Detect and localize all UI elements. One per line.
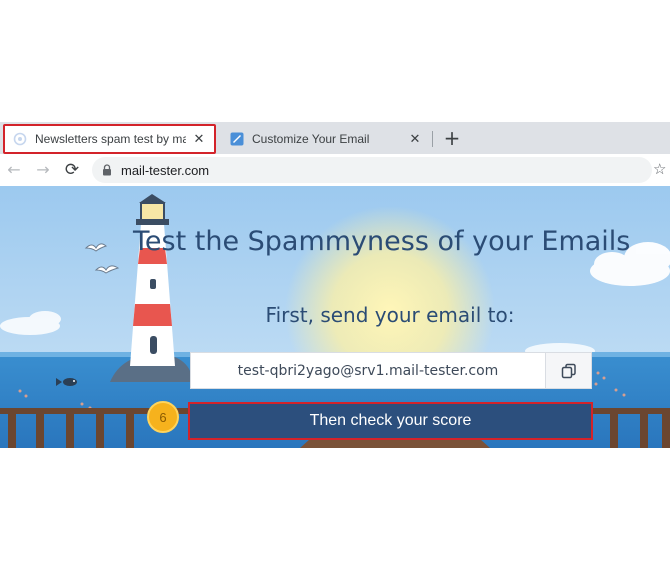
browser-toolbar: ← → ⟳ mail-tester.com ☆ [0, 154, 670, 186]
tab-title: Customize Your Email [252, 132, 370, 146]
test-email-address[interactable]: test-qbri2yago@srv1.mail-tester.com [191, 363, 545, 379]
copy-button[interactable] [545, 353, 591, 388]
reload-icon[interactable]: ⟳ [62, 160, 82, 180]
tab-strip: Newsletters spam test by mail-te ✕ Custo… [0, 122, 670, 154]
tab-newsletters-spam-test[interactable]: Newsletters spam test by mail-te ✕ [3, 124, 216, 154]
lighthouse [130, 194, 175, 366]
page-instruction: First, send your email to: [265, 303, 515, 327]
lock-icon [103, 164, 111, 176]
tab-separator [432, 131, 433, 147]
page-headline: Test the Spammyness of your Emails [133, 226, 631, 257]
forward-arrow-icon[interactable]: → [33, 160, 53, 180]
close-tab-icon[interactable]: ✕ [408, 131, 422, 147]
loading-icon [13, 132, 27, 146]
test-email-field[interactable]: test-qbri2yago@srv1.mail-tester.com [190, 352, 592, 389]
url-text: mail-tester.com [121, 162, 210, 178]
back-arrow-icon[interactable]: ← [4, 160, 24, 180]
tab-customize-your-email[interactable]: Customize Your Email ✕ [222, 124, 430, 154]
bookmark-star-icon[interactable]: ☆ [653, 160, 666, 178]
address-bar[interactable]: mail-tester.com [92, 157, 652, 183]
copy-icon [561, 363, 576, 378]
step-badge: 6 [147, 401, 179, 433]
new-tab-icon[interactable]: + [442, 128, 462, 148]
page-viewport: Test the Spammyness of your Emails First… [0, 186, 670, 448]
check-score-button[interactable]: Then check your score [188, 402, 593, 440]
email-editor-icon [230, 132, 244, 146]
tab-title: Newsletters spam test by mail-te [35, 132, 186, 146]
close-tab-icon[interactable]: ✕ [192, 131, 206, 147]
